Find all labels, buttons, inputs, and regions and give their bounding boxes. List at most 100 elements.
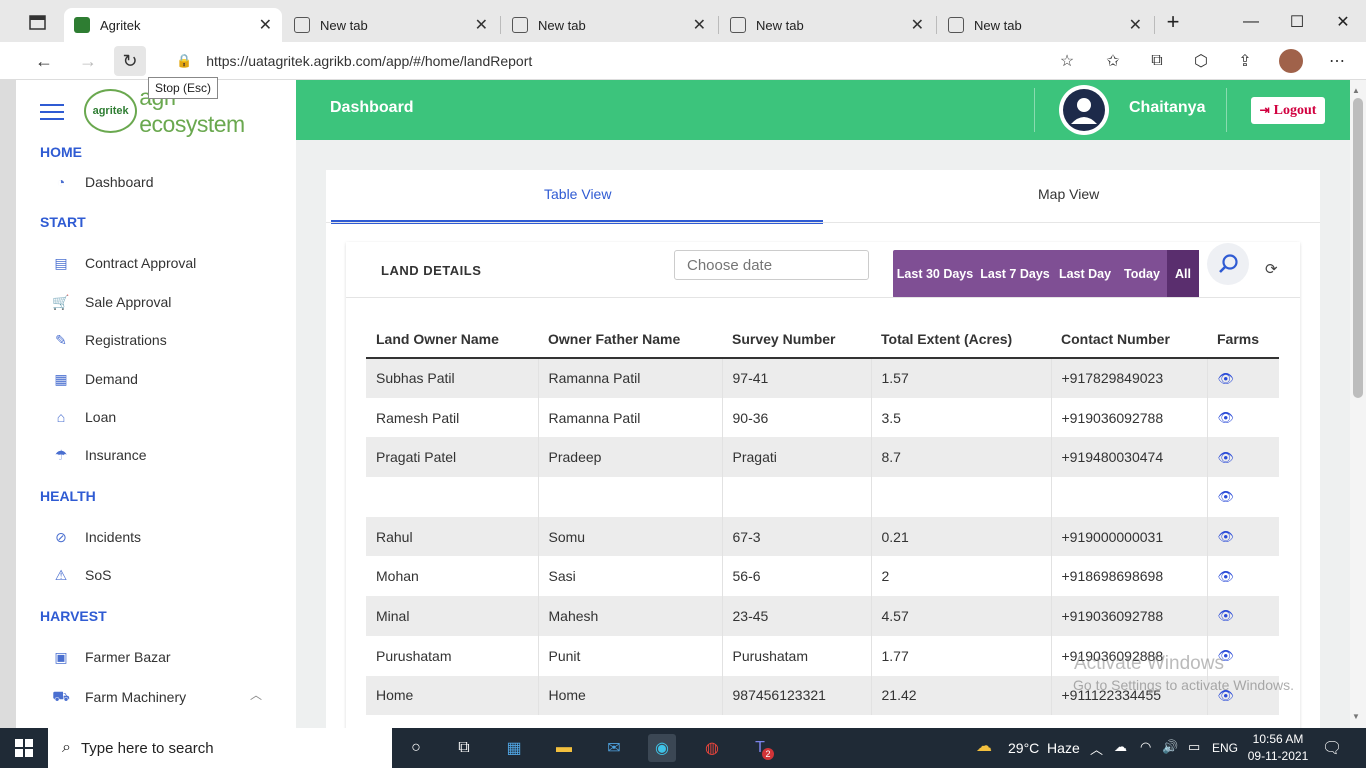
view-farms-eye-icon[interactable]: 👁 bbox=[1218, 450, 1235, 465]
teams-icon[interactable]: T2 bbox=[746, 734, 774, 762]
notification-icon[interactable]: 🗨 bbox=[1322, 738, 1342, 758]
scrollbar-thumb[interactable] bbox=[1353, 98, 1363, 398]
filter-last-30-days[interactable]: Last 30 Days bbox=[893, 250, 977, 298]
browser-tab-agritek[interactable]: Agritek ✕ bbox=[64, 8, 282, 42]
close-tab-icon[interactable]: ✕ bbox=[1129, 15, 1142, 35]
logo-brand: agritek bbox=[84, 89, 138, 133]
share-icon[interactable]: ⇪ bbox=[1230, 46, 1260, 76]
hamburger-menu-icon[interactable] bbox=[40, 104, 64, 120]
sidebar-item-sos[interactable]: ⚠ SoS bbox=[50, 565, 112, 585]
clock-time[interactable]: 10:56 AM bbox=[1250, 732, 1306, 746]
sidebar-item-insurance[interactable]: ☂ Insurance bbox=[50, 445, 147, 465]
sidebar-item-contract-approval[interactable]: ▤ Contract Approval bbox=[50, 253, 196, 273]
address-bar[interactable]: 🔒 https://uatagritek.agrikb.com/app/#/ho… bbox=[160, 46, 1090, 76]
sidebar-item-label: Loan bbox=[85, 409, 117, 425]
filter-all[interactable]: All bbox=[1167, 250, 1199, 298]
minimize-icon[interactable]: — bbox=[1228, 8, 1274, 36]
view-farms-eye-icon[interactable]: 👁 bbox=[1218, 608, 1235, 623]
cortana-icon[interactable]: ○ bbox=[402, 734, 430, 762]
browser-tab-new-2[interactable]: New tab ✕ bbox=[502, 8, 716, 42]
scroll-up-arrow-icon[interactable]: ▲ bbox=[1352, 86, 1360, 95]
collections-icon[interactable]: ⧉ bbox=[1142, 46, 1172, 76]
search-button[interactable] bbox=[1207, 243, 1249, 285]
sidebar-item-dashboard[interactable]: ◔ Dashboard bbox=[50, 172, 154, 192]
tab-actions-icon[interactable] bbox=[28, 14, 50, 32]
taskbar-search-box[interactable]: ⌕ Type here to search bbox=[48, 728, 392, 768]
browser-tab-new-3[interactable]: New tab ✕ bbox=[720, 8, 934, 42]
view-farms-eye-icon[interactable]: 👁 bbox=[1218, 371, 1235, 386]
view-farms-eye-icon[interactable]: 👁 bbox=[1218, 489, 1235, 504]
wifi-icon[interactable]: ◠ bbox=[1140, 739, 1151, 755]
lock-icon[interactable]: 🔒 bbox=[176, 53, 192, 69]
clock-date[interactable]: 09-11-2021 bbox=[1246, 749, 1310, 763]
filter-last-7-days[interactable]: Last 7 Days bbox=[977, 250, 1053, 298]
reload-icon[interactable]: ↻ bbox=[114, 46, 146, 76]
sidebar-item-label: SoS bbox=[85, 567, 112, 583]
battery-icon[interactable]: ▭ bbox=[1188, 739, 1200, 755]
window-close-icon[interactable]: ✕ bbox=[1320, 8, 1366, 36]
favorites-icon[interactable]: ✩ bbox=[1098, 46, 1128, 76]
language-indicator[interactable]: ENG bbox=[1212, 741, 1238, 755]
table-cell: Home bbox=[366, 675, 539, 716]
weather-text[interactable]: 29°C Haze bbox=[1008, 740, 1080, 756]
sidebar-item-farm-machinery[interactable]: ⛟ Farm Machinery bbox=[50, 687, 186, 707]
column-header: Total Extent (Acres) bbox=[871, 320, 1051, 359]
user-avatar[interactable] bbox=[1059, 85, 1109, 135]
edge-browser-icon[interactable]: ◉ bbox=[648, 734, 676, 762]
sidebar-item-demand[interactable]: ▦ Demand bbox=[50, 369, 138, 389]
tray-chevron-icon[interactable]: ︿ bbox=[1090, 739, 1103, 758]
loan-icon: ⌂ bbox=[56, 409, 66, 425]
date-picker-input[interactable] bbox=[674, 250, 869, 280]
tab-divider bbox=[500, 16, 501, 34]
logout-icon: ⇥ bbox=[1259, 103, 1270, 117]
chevron-up-icon[interactable]: ︿ bbox=[250, 686, 262, 703]
forward-arrow-icon[interactable]: → bbox=[72, 46, 104, 76]
volume-icon[interactable]: 🔊 bbox=[1162, 739, 1178, 755]
view-farms-eye-icon[interactable]: 👁 bbox=[1218, 569, 1235, 584]
file-explorer-icon[interactable]: ▬ bbox=[550, 734, 578, 762]
logout-button[interactable]: ⇥ Logout bbox=[1251, 97, 1325, 124]
table-cell bbox=[722, 477, 872, 517]
browser-tab-new-4[interactable]: New tab ✕ bbox=[938, 8, 1152, 42]
task-view-icon[interactable]: ⧉ bbox=[450, 734, 478, 762]
new-tab-plus-icon[interactable]: + bbox=[1150, 8, 1196, 36]
scroll-down-arrow-icon[interactable]: ▼ bbox=[1352, 712, 1360, 721]
add-favorite-icon[interactable]: ☆ bbox=[1052, 46, 1082, 76]
close-tab-icon[interactable]: ✕ bbox=[259, 15, 272, 35]
onedrive-icon[interactable]: ☁ bbox=[1114, 739, 1127, 755]
extensions-icon[interactable]: ⬡ bbox=[1186, 46, 1216, 76]
refresh-icon[interactable]: ⟳ bbox=[1265, 260, 1278, 278]
weather-icon[interactable]: ☁ bbox=[976, 736, 992, 756]
sidebar-item-label: Incidents bbox=[85, 529, 142, 545]
sidebar-item-farmer-bazar[interactable]: ▣ Farmer Bazar bbox=[50, 647, 170, 667]
header-divider bbox=[1034, 88, 1035, 132]
chrome-icon[interactable]: ◍ bbox=[698, 734, 726, 762]
tab-map-view[interactable]: Map View bbox=[1038, 186, 1099, 202]
tab-title: New tab bbox=[974, 17, 1022, 33]
more-options-icon[interactable]: ⋯ bbox=[1322, 46, 1352, 76]
sidebar-item-registrations[interactable]: ✎ Registrations bbox=[50, 330, 167, 350]
sidebar-item-loan[interactable]: ⌂ Loan bbox=[50, 407, 116, 427]
store-icon[interactable]: ▦ bbox=[500, 734, 528, 762]
filter-today[interactable]: Today bbox=[1117, 250, 1167, 298]
view-farms-eye-icon[interactable]: 👁 bbox=[1218, 410, 1235, 425]
back-arrow-icon[interactable]: ← bbox=[28, 46, 60, 76]
sidebar-item-sale-approval[interactable]: 🛒 Sale Approval bbox=[50, 292, 171, 312]
close-tab-icon[interactable]: ✕ bbox=[693, 15, 706, 35]
profile-avatar[interactable] bbox=[1276, 46, 1306, 76]
tab-divider bbox=[936, 16, 937, 34]
view-farms-eye-icon[interactable]: 👁 bbox=[1218, 529, 1235, 544]
close-tab-icon[interactable]: ✕ bbox=[911, 15, 924, 35]
table-cell: Purushatam bbox=[366, 635, 539, 676]
windows-start-icon[interactable] bbox=[10, 734, 38, 762]
sidebar-item-incidents[interactable]: ⊘ Incidents bbox=[50, 527, 141, 547]
close-tab-icon[interactable]: ✕ bbox=[475, 15, 488, 35]
filter-last-day[interactable]: Last Day bbox=[1053, 250, 1117, 298]
browser-tab-new-1[interactable]: New tab ✕ bbox=[284, 8, 498, 42]
tab-title: New tab bbox=[756, 17, 804, 33]
page-scrollbar[interactable]: ▲ ▼ bbox=[1350, 80, 1366, 728]
tab-table-view[interactable]: Table View bbox=[544, 186, 611, 202]
table-cell: Home bbox=[538, 675, 723, 716]
mail-icon[interactable]: ✉ bbox=[600, 734, 628, 762]
maximize-icon[interactable]: ☐ bbox=[1274, 8, 1320, 36]
